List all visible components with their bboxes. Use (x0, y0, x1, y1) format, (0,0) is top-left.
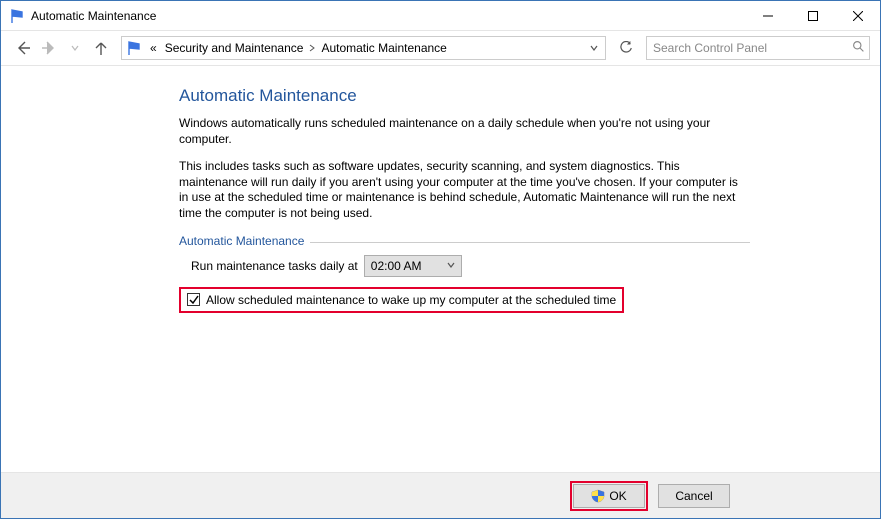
content-area: Automatic Maintenance Windows automatica… (179, 86, 750, 313)
navigation-bar: « Security and Maintenance Automatic Mai… (1, 31, 880, 65)
allow-wake-checkbox[interactable] (187, 293, 200, 306)
up-button[interactable] (89, 36, 113, 60)
forward-button[interactable] (37, 36, 61, 60)
maximize-button[interactable] (790, 1, 835, 30)
window-title: Automatic Maintenance (31, 9, 156, 23)
action-center-flag-icon (9, 8, 25, 24)
allow-wake-row: Allow scheduled maintenance to wake up m… (179, 287, 624, 313)
ok-button-label: OK (609, 489, 626, 503)
uac-shield-icon (591, 489, 605, 503)
automatic-maintenance-section: Automatic Maintenance Run maintenance ta… (179, 242, 750, 313)
page-title: Automatic Maintenance (179, 86, 750, 106)
close-button[interactable] (835, 1, 880, 30)
search-icon[interactable] (847, 40, 869, 56)
back-button[interactable] (11, 36, 35, 60)
cancel-button-label: Cancel (675, 489, 712, 503)
chevron-down-icon (447, 261, 455, 271)
ok-highlight: OK (570, 481, 648, 511)
titlebar: Automatic Maintenance (1, 1, 880, 31)
description-paragraph: This includes tasks such as software upd… (179, 159, 750, 221)
chevron-right-icon[interactable] (307, 41, 317, 55)
breadcrumb-item[interactable]: Automatic Maintenance (317, 41, 450, 55)
search-placeholder: Search Control Panel (653, 41, 767, 55)
breadcrumb-prefix[interactable]: « (146, 41, 161, 55)
allow-wake-label[interactable]: Allow scheduled maintenance to wake up m… (206, 293, 616, 307)
run-time-dropdown[interactable]: 02:00 AM (364, 255, 462, 277)
section-legend: Automatic Maintenance (179, 234, 310, 248)
search-input[interactable]: Search Control Panel (646, 36, 870, 60)
description-paragraph: Windows automatically runs scheduled mai… (179, 116, 750, 147)
action-center-flag-icon (126, 40, 142, 56)
run-time-row: Run maintenance tasks daily at 02:00 AM (179, 255, 750, 277)
run-time-label: Run maintenance tasks daily at (191, 259, 358, 273)
control-panel-window: Automatic Maintenance « S (0, 0, 881, 519)
ok-button[interactable]: OK (573, 484, 645, 508)
address-dropdown-button[interactable] (583, 37, 605, 59)
dialog-footer: OK Cancel (1, 472, 880, 518)
breadcrumb-item[interactable]: Security and Maintenance (161, 41, 308, 55)
address-bar[interactable]: « Security and Maintenance Automatic Mai… (121, 36, 606, 60)
minimize-button[interactable] (745, 1, 790, 30)
recent-locations-button[interactable] (63, 36, 87, 60)
refresh-button[interactable] (614, 36, 638, 60)
cancel-button[interactable]: Cancel (658, 484, 730, 508)
run-time-value: 02:00 AM (371, 259, 422, 273)
